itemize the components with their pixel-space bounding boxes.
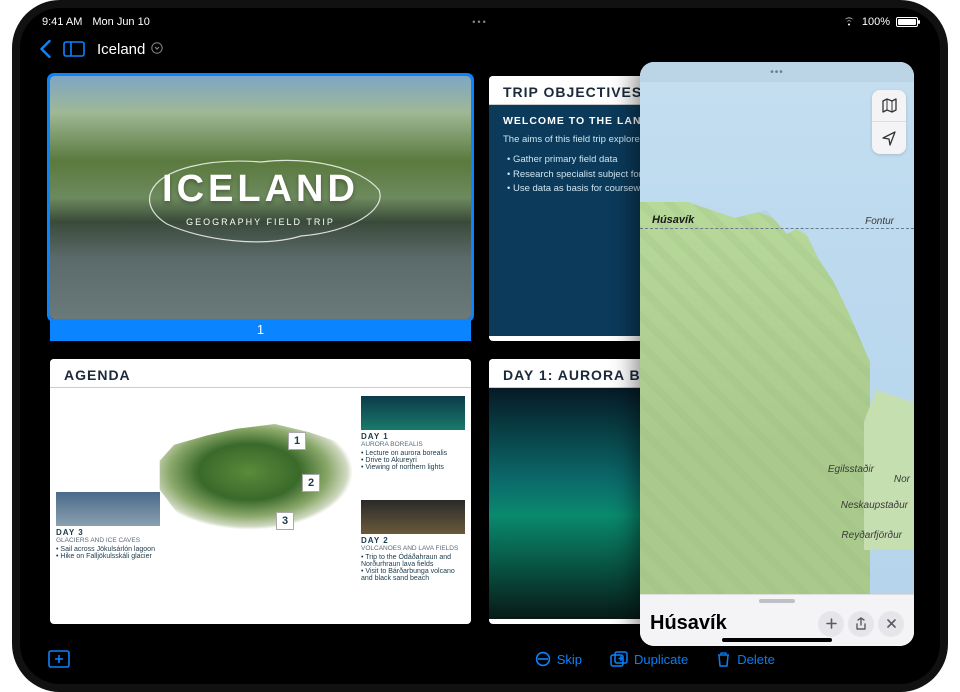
map-label-nor: Nor [894,474,910,485]
status-time: 9:41 AM [42,16,82,28]
slide-number-badge: 1 [50,319,471,341]
maps-add-button[interactable] [818,611,844,637]
back-button[interactable] [38,40,51,58]
map-label-nesk: Neskaupstaður [841,500,908,511]
slide1-subtitle: GEOGRAPHY FIELD TRIP [162,217,359,227]
map-label-husavik: Húsavík [652,214,694,226]
agenda-day1: DAY 1 AURORA BOREALIS Lecture on aurora … [361,396,465,471]
status-date: Mon Jun 10 [92,16,149,28]
maps-slideover[interactable]: ••• Húsavík Fontur Egilsstaðir Nor Neska… [640,62,914,646]
title-chevron-icon[interactable] [151,42,163,57]
map-mode-button[interactable] [872,90,906,122]
map-gridline [640,228,914,229]
nav-toolbar: Iceland [20,32,940,66]
home-indicator[interactable] [722,638,832,642]
map-landmass [640,202,870,602]
battery-icon [896,17,918,27]
agenda-day2: DAY 2 VOLCANOES AND LAVA FIELDS Trip to … [361,500,465,582]
sidebar-toggle-button[interactable] [63,41,85,57]
battery-pct: 100% [862,16,890,28]
map-label-fontur: Fontur [865,216,894,227]
wifi-icon [842,16,856,29]
status-bar: 9:41 AM Mon Jun 10 ••• 100% [20,8,940,32]
agenda-day3: DAY 3 GLACIERS AND ICE CAVES Sail across… [56,492,160,560]
agenda-map-graphic [141,400,381,560]
map-controls [872,90,906,154]
ipad-frame: 9:41 AM Mon Jun 10 ••• 100% Iceland [20,8,940,684]
maps-share-button[interactable] [848,611,874,637]
maps-close-button[interactable] [878,611,904,637]
slide3-heading: AGENDA [50,359,471,388]
skip-button[interactable]: Skip [535,651,582,667]
delete-button[interactable]: Delete [716,651,775,668]
slideover-handle[interactable]: ••• [640,62,914,82]
sheet-handle[interactable] [759,599,795,603]
multitask-dots[interactable]: ••• [472,17,487,27]
slide-3[interactable]: AGENDA 1 2 3 DAY 1 AURORA BOREALIS Lectu… [50,359,471,624]
locate-me-button[interactable] [872,122,906,154]
maps-footer: Húsavík [640,594,914,646]
duplicate-button[interactable]: Duplicate [610,651,688,667]
map-viewport[interactable]: Húsavík Fontur Egilsstaðir Nor Neskaupst… [640,82,914,594]
map-label-egils: Egilsstaðir [828,464,874,475]
document-title[interactable]: Iceland [97,41,145,58]
maps-title: Húsavík [650,606,818,635]
add-slide-button[interactable] [48,650,70,668]
slide-1[interactable]: ICELAND GEOGRAPHY FIELD TRIP 1 [50,76,471,341]
map-label-reydar: Reyðarfjörður [841,530,902,541]
slide1-title: ICELAND [162,168,359,211]
